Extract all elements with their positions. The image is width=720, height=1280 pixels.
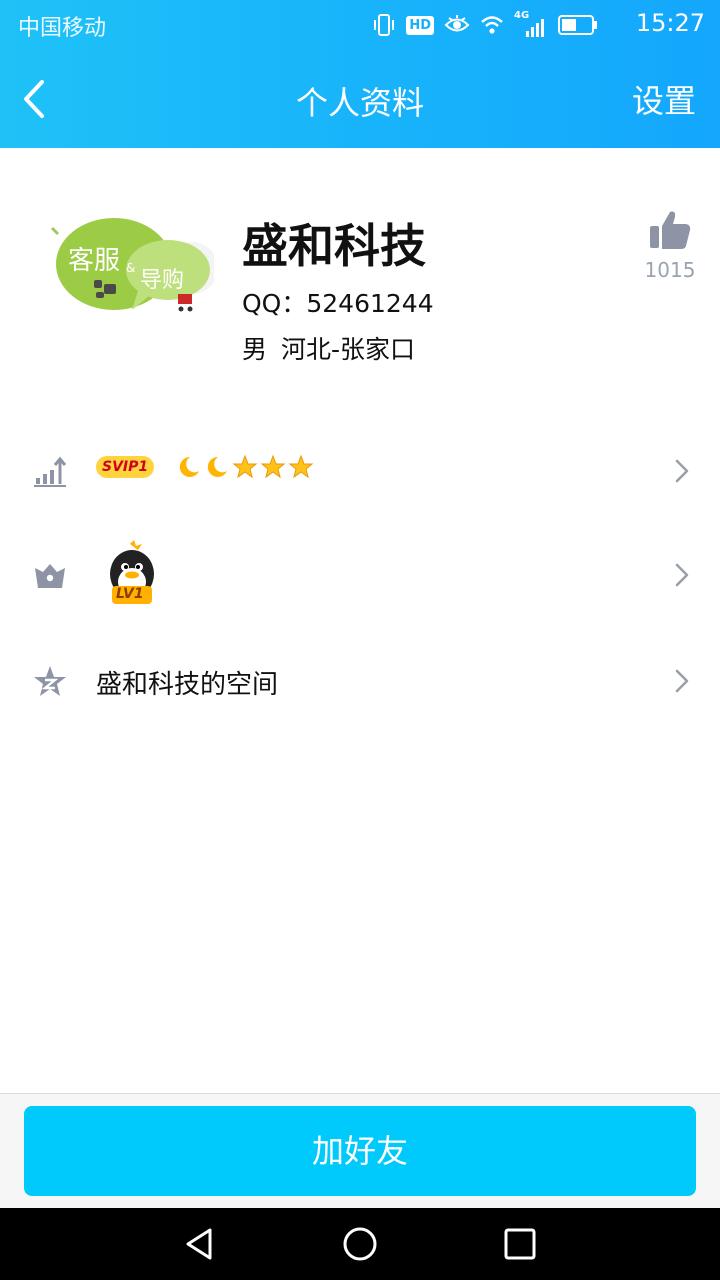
vip-level-row[interactable]: SVIP1 [0, 426, 720, 516]
nickname: 盛和科技 [242, 219, 426, 273]
chevron-right-icon [675, 563, 689, 587]
penguin-icon: LV1 [104, 540, 160, 606]
page-title: 个人资料 [295, 84, 424, 122]
avatar[interactable]: & 客服 导购 [44, 206, 218, 326]
svip-badge: SVIP1 [96, 456, 155, 478]
like-button[interactable]: 1015 [642, 208, 698, 282]
location: 河北-张家口 [281, 335, 416, 364]
avatar-text-1: 客服 [68, 246, 121, 276]
status-icons: HD 4G [372, 10, 598, 38]
moon-icon [179, 456, 199, 477]
qzone-label: 盛和科技的空间 [96, 670, 279, 700]
chevron-right-icon [675, 669, 689, 693]
qq-label: QQ： [242, 289, 307, 318]
gender: 男 [242, 335, 268, 364]
thumbs-up-icon [650, 211, 691, 249]
qq-number-line: QQ：52461244 [242, 284, 434, 320]
hd-icon: HD [406, 15, 434, 35]
vibrate-icon [374, 14, 395, 36]
carrier-name: 中国移动 [18, 16, 107, 41]
qq-number: 52461244 [306, 289, 434, 318]
level-icons [176, 454, 314, 480]
qzone-row[interactable]: 盛和科技的空间 [0, 636, 720, 726]
back-triangle-icon[interactable] [182, 1226, 218, 1262]
nav-bar: 个人资料 设置 [0, 50, 720, 148]
add-friend-button[interactable]: 加好友 [24, 1106, 696, 1196]
star-icon [260, 454, 286, 479]
chevron-right-icon [675, 459, 689, 483]
recents-square-icon[interactable] [502, 1226, 538, 1262]
system-navigation-bar [0, 1208, 720, 1280]
level-chart-icon [34, 456, 67, 487]
penguin-level-row[interactable]: LV1 [0, 530, 720, 620]
level-label: LV1 [116, 586, 144, 602]
star-icon [288, 454, 314, 479]
eye-icon [444, 15, 470, 32]
bottom-action-bar: 加好友 [0, 1094, 720, 1208]
settings-button[interactable]: 设置 [632, 76, 696, 122]
qzone-star-icon [34, 666, 66, 696]
avatar-text-2: 导购 [140, 268, 185, 293]
crown-icon [35, 564, 65, 588]
svg-text:&: & [126, 261, 135, 275]
clock: 15:27 [635, 9, 705, 37]
battery-icon [558, 15, 597, 35]
home-circle-icon[interactable] [342, 1226, 378, 1262]
star-icon [232, 454, 258, 479]
signal-icon: 4G [514, 10, 548, 37]
header: 中国移动 HD 4G 15:27 个人资料 设置 [0, 0, 720, 148]
moon-icon [207, 456, 227, 477]
status-bar: 中国移动 HD 4G 15:27 [0, 0, 720, 50]
gender-location: 男河北-张家口 [242, 330, 415, 366]
like-count: 1015 [644, 258, 696, 282]
wifi-icon [481, 16, 503, 34]
